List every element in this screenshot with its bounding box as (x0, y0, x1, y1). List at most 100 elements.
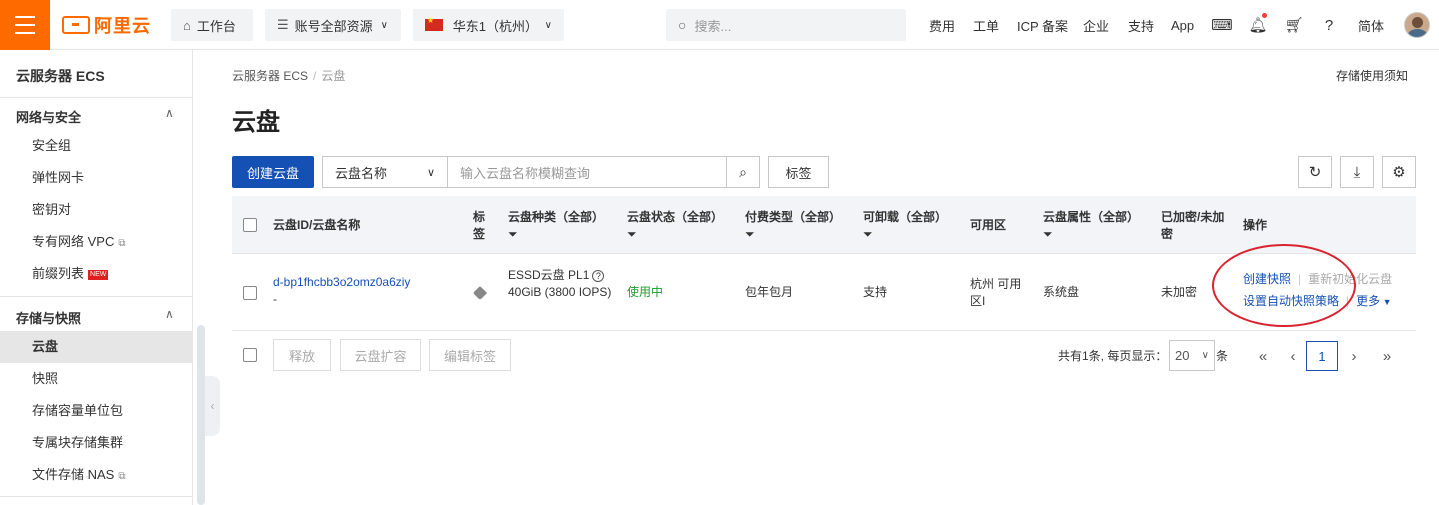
col-header-label: 云盘状态（全部） (627, 210, 724, 224)
more-actions-dropdown[interactable]: 更多 ▼ (1356, 294, 1391, 308)
disk-name: - (273, 292, 277, 306)
page-size-select[interactable]: 20 ∨ (1169, 340, 1215, 371)
attr-cell: 系统盘 (1043, 285, 1080, 299)
row-checkbox[interactable] (243, 286, 257, 300)
top-link-app[interactable]: App (1171, 0, 1194, 50)
sidebar-item-label: 快照 (32, 371, 59, 386)
top-link-icp[interactable]: ICP 备案 (1017, 0, 1068, 50)
chevron-down-icon: ∨ (1201, 350, 1209, 361)
filter-icon[interactable]: ⏷ (745, 226, 841, 243)
resources-dropdown[interactable]: ☰ 账号全部资源 ∨ (265, 9, 401, 41)
sidebar-item-scu[interactable]: 存储容量单位包 (0, 395, 193, 427)
edit-tags-button[interactable]: 编辑标签 (429, 339, 511, 371)
top-link-billing[interactable]: 费用 (929, 0, 955, 50)
col-header-billing[interactable]: 付费类型（全部） ⏷ (745, 209, 841, 243)
menu-icon[interactable] (0, 0, 50, 50)
billing-cell: 包年包月 (745, 285, 794, 299)
top-link-label: 费用 (929, 18, 956, 34)
top-link-enterprise[interactable]: 企业 (1083, 0, 1109, 50)
breadcrumb-link-ecs[interactable]: 云服务器 ECS (232, 69, 308, 83)
sidebar-title: 云服务器 ECS (16, 68, 105, 84)
pagination-total: 共有1条, 每页显示： (1058, 349, 1168, 363)
chevron-up-icon[interactable]: ∧ (165, 106, 174, 120)
filter-icon[interactable]: ⏷ (1043, 226, 1139, 243)
col-header-type[interactable]: 云盘种类（全部） ⏷ (508, 209, 604, 243)
sidebar-item-eni[interactable]: 弹性网卡 (0, 162, 193, 194)
annotation-circle (1212, 244, 1356, 327)
disk-id-link[interactable]: d-bp1fhcbb3o2omz0a6ziy (273, 274, 410, 291)
global-search-input[interactable]: ○ 搜索... (666, 9, 906, 41)
sidebar-item-vpc[interactable]: 专有网络 VPC ⧉ (0, 226, 193, 258)
sidebar-scrollbar[interactable] (197, 325, 205, 505)
select-all-checkbox[interactable] (243, 218, 257, 232)
col-header-ops: 操作 (1243, 218, 1268, 232)
brand-logo[interactable]: 阿里云 (62, 13, 151, 37)
search-button[interactable]: ⌕ (726, 156, 760, 188)
cart-icon[interactable]: 🛒︎ (1284, 15, 1304, 35)
col-header-id: 云盘ID/云盘名称 (273, 218, 361, 232)
sidebar-item-dedicated-block-storage[interactable]: 专属块存储集群 (0, 427, 193, 459)
page-size-unit: 条 (1216, 349, 1229, 363)
tag-filter-button[interactable]: 标签 (768, 156, 829, 188)
chevron-down-icon: ∨ (426, 166, 435, 179)
terminal-icon[interactable]: ⌨ (1211, 15, 1233, 35)
question-icon[interactable]: ? (592, 270, 605, 282)
sidebar-item-label: 安全组 (32, 138, 72, 153)
sidebar-item-keypair[interactable]: 密钥对 (0, 194, 193, 226)
release-button[interactable]: 释放 (273, 339, 331, 371)
sidebar-item-prefix-list[interactable]: 前缀列表 NEW (0, 258, 193, 290)
search-field-label: 云盘名称 (335, 165, 388, 181)
refresh-button[interactable]: ↻ (1298, 156, 1332, 188)
sidebar-item-label: 云盘 (32, 339, 59, 354)
help-icon[interactable]: ? (1319, 15, 1339, 35)
gear-icon: ⚙ (1392, 164, 1406, 181)
chevron-down-icon: ∨ (544, 19, 552, 31)
chevron-down-icon: ∨ (380, 19, 388, 31)
tag-icon[interactable] (472, 285, 488, 301)
export-button[interactable]: ⤓ (1340, 156, 1374, 188)
sidebar-item-security-group[interactable]: 安全组 (0, 130, 193, 162)
bell-icon[interactable]: 🔔︎ (1248, 13, 1268, 35)
col-header-label: 云盘种类（全部） (508, 210, 605, 224)
disk-name-search-input[interactable]: 输入云盘名称模糊查询 (447, 156, 727, 188)
workbench-button[interactable]: ⌂ 工作台 (171, 9, 253, 41)
caret-down-icon: ▼ (1380, 297, 1392, 307)
chevron-up-icon[interactable]: ∧ (165, 307, 174, 321)
create-disk-button[interactable]: 创建云盘 (232, 156, 314, 188)
filter-icon[interactable]: ⏷ (508, 226, 604, 243)
filter-icon[interactable]: ⏷ (863, 226, 947, 243)
search-field-select[interactable]: 云盘名称 ∨ (322, 156, 448, 188)
first-page-button[interactable]: « (1249, 341, 1277, 371)
col-header-status[interactable]: 云盘状态（全部） ⏷ (627, 209, 723, 243)
double-chevron-right-icon: » (1382, 347, 1392, 365)
next-page-button[interactable]: › (1340, 341, 1368, 371)
language-switch[interactable]: 简体 (1358, 0, 1384, 50)
server-icon: ☰ (277, 17, 289, 32)
col-header-attr[interactable]: 云盘属性（全部） ⏷ (1043, 209, 1139, 243)
col-header-detachable[interactable]: 可卸载（全部） ⏷ (863, 209, 947, 243)
last-page-button[interactable]: » (1373, 341, 1401, 371)
disk-id-cell: d-bp1fhcbb3o2omz0a6ziy - (273, 274, 410, 308)
sidebar-group-storage[interactable]: 存储与快照 (16, 308, 81, 327)
sidebar-item-disk[interactable]: 云盘 (0, 331, 193, 363)
sidebar-collapse-handle[interactable]: ‹ (205, 376, 220, 436)
prev-page-button[interactable]: ‹ (1279, 341, 1307, 371)
footer-select-all-checkbox[interactable] (243, 348, 257, 362)
top-link-support[interactable]: 支持 (1128, 0, 1154, 50)
storage-notice-link[interactable]: 存储使用须知 (1336, 67, 1408, 84)
more-label: 更多 (1356, 294, 1381, 308)
top-link-label: App (1171, 17, 1195, 33)
avatar[interactable] (1404, 12, 1430, 38)
workbench-label: 工作台 (196, 18, 236, 34)
region-dropdown[interactable]: 华东1（杭州） ∨ (413, 9, 564, 41)
sidebar-item-nas[interactable]: 文件存储 NAS ⧉ (0, 459, 193, 491)
filter-icon[interactable]: ⏷ (627, 226, 723, 243)
sidebar-item-snapshot[interactable]: 快照 (0, 363, 193, 395)
brand-name: 阿里云 (94, 16, 151, 36)
top-link-ticket[interactable]: 工单 (973, 0, 999, 50)
search-placeholder: 输入云盘名称模糊查询 (460, 165, 591, 181)
sidebar-group-network[interactable]: 网络与安全 (16, 107, 81, 126)
expand-disk-button[interactable]: 云盘扩容 (340, 339, 421, 371)
page-number-current[interactable]: 1 (1306, 341, 1338, 371)
settings-button[interactable]: ⚙ (1382, 156, 1416, 188)
